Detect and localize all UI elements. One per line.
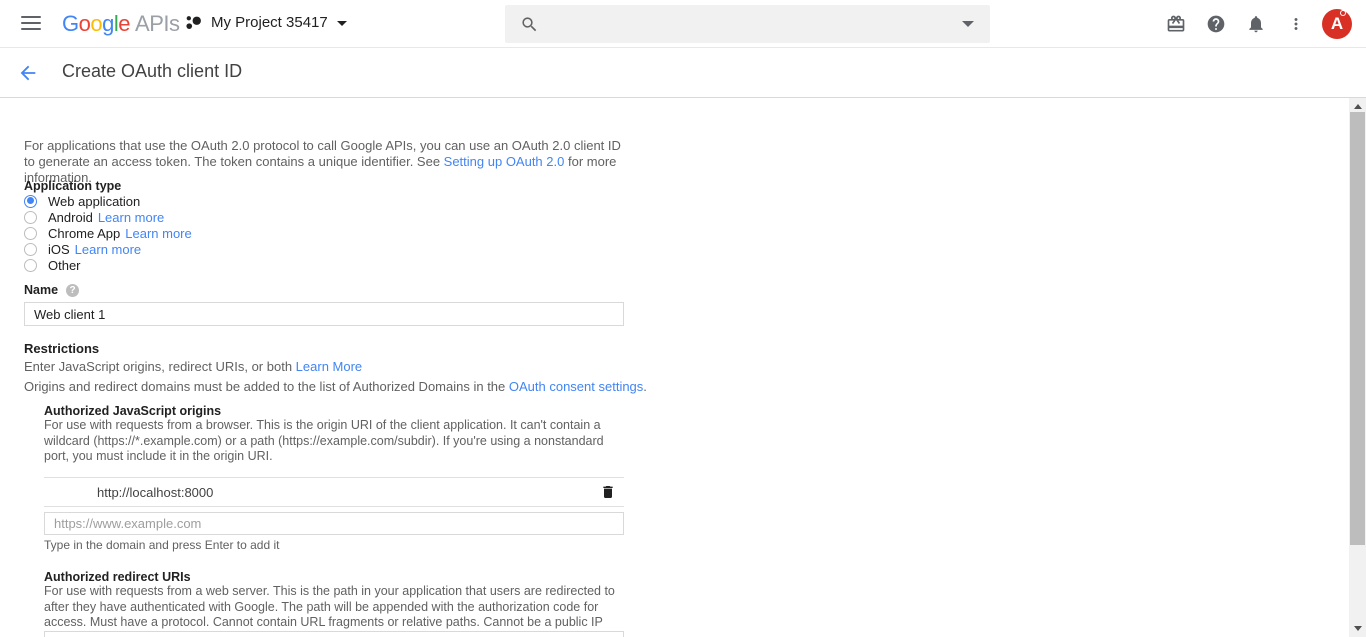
content: For applications that use the OAuth 2.0 … — [0, 98, 1349, 637]
origin-entry-row: http://localhost:8000 — [44, 477, 624, 507]
learn-more-link[interactable]: Learn more — [125, 226, 191, 241]
trash-icon — [600, 484, 616, 500]
google-apis-logo[interactable]: GoogleAPIs — [62, 11, 179, 37]
name-label-row: Name ? — [24, 283, 79, 297]
chevron-down-icon — [337, 21, 347, 26]
radio-icon[interactable] — [24, 227, 37, 240]
radio-other[interactable]: Other — [24, 257, 192, 273]
radio-icon[interactable] — [24, 211, 37, 224]
project-name: My Project 35417 — [211, 14, 328, 31]
restrictions-period: . — [643, 379, 647, 394]
menu-icon[interactable] — [21, 16, 41, 32]
restrictions-line1: Enter JavaScript origins, redirect URIs,… — [24, 359, 362, 374]
page-title: Create OAuth client ID — [62, 61, 242, 82]
application-type-label: Application type — [24, 179, 121, 193]
radio-label: Chrome App — [48, 226, 120, 241]
scroll-down-arrow[interactable] — [1349, 620, 1366, 637]
delete-origin-button[interactable] — [593, 477, 623, 507]
origin-entry-value: http://localhost:8000 — [44, 485, 593, 500]
avatar[interactable]: A — [1322, 9, 1352, 39]
page: GoogleAPIs My Project 35417 — [0, 0, 1366, 637]
radio-selected-icon[interactable] — [24, 195, 37, 208]
back-arrow-icon[interactable] — [17, 62, 39, 84]
scrollbar-thumb[interactable] — [1350, 112, 1365, 545]
radio-icon[interactable] — [24, 243, 37, 256]
radio-icon[interactable] — [24, 259, 37, 272]
google-wordmark: Google — [62, 11, 130, 36]
radio-ios[interactable]: iOS Learn more — [24, 241, 192, 257]
js-origins-description: For use with requests from a browser. Th… — [44, 418, 626, 465]
radio-label: iOS — [48, 242, 70, 257]
project-selector[interactable]: My Project 35417 — [183, 12, 347, 32]
js-origins-heading: Authorized JavaScript origins — [44, 404, 221, 418]
top-header: GoogleAPIs My Project 35417 — [0, 0, 1366, 48]
radio-label: Web application — [48, 194, 140, 209]
gift-icon[interactable] — [1156, 4, 1196, 44]
origin-helper-text: Type in the domain and press Enter to ad… — [44, 538, 279, 552]
learn-more-link[interactable]: Learn more — [98, 210, 164, 225]
name-help-icon[interactable]: ? — [66, 284, 79, 297]
help-icon[interactable] — [1196, 4, 1236, 44]
header-actions: A — [1156, 0, 1360, 48]
search-input[interactable] — [539, 5, 962, 43]
redirect-uri-input-partial[interactable] — [44, 631, 624, 637]
radio-web-application[interactable]: Web application — [24, 193, 192, 209]
restrictions-text: Enter JavaScript origins, redirect URIs,… — [24, 359, 296, 374]
apis-label: APIs — [135, 11, 179, 36]
restrictions-learn-more-link[interactable]: Learn More — [296, 359, 362, 374]
restrictions-heading: Restrictions — [24, 341, 99, 356]
radio-label: Other — [48, 258, 81, 273]
search-dropdown-icon[interactable] — [962, 21, 974, 27]
application-type-radios: Web application Android Learn more Chrom… — [24, 193, 192, 273]
redirect-uris-description: For use with requests from a web server.… — [44, 584, 634, 637]
setting-up-oauth-link[interactable]: Setting up OAuth 2.0 — [444, 154, 565, 169]
redirect-uris-heading: Authorized redirect URIs — [44, 570, 191, 584]
bell-icon[interactable] — [1236, 4, 1276, 44]
learn-more-link[interactable]: Learn more — [75, 242, 141, 257]
name-label: Name — [24, 283, 58, 297]
name-input[interactable] — [24, 302, 624, 326]
radio-chrome-app[interactable]: Chrome App Learn more — [24, 225, 192, 241]
origin-input[interactable] — [44, 512, 624, 535]
project-dots-icon — [183, 12, 203, 32]
avatar-letter: A — [1331, 14, 1343, 34]
restrictions-line2: Origins and redirect domains must be add… — [24, 379, 647, 394]
search-bar[interactable] — [505, 5, 990, 43]
radio-android[interactable]: Android Learn more — [24, 209, 192, 225]
oauth-consent-settings-link[interactable]: OAuth consent settings — [509, 379, 643, 394]
title-bar: Create OAuth client ID — [0, 48, 1366, 98]
more-vert-icon[interactable] — [1276, 4, 1316, 44]
radio-label: Android — [48, 210, 93, 225]
vertical-scrollbar[interactable] — [1349, 98, 1366, 637]
restrictions-text2: Origins and redirect domains must be add… — [24, 379, 509, 394]
avatar-ring — [1340, 10, 1346, 16]
search-icon — [520, 15, 539, 34]
